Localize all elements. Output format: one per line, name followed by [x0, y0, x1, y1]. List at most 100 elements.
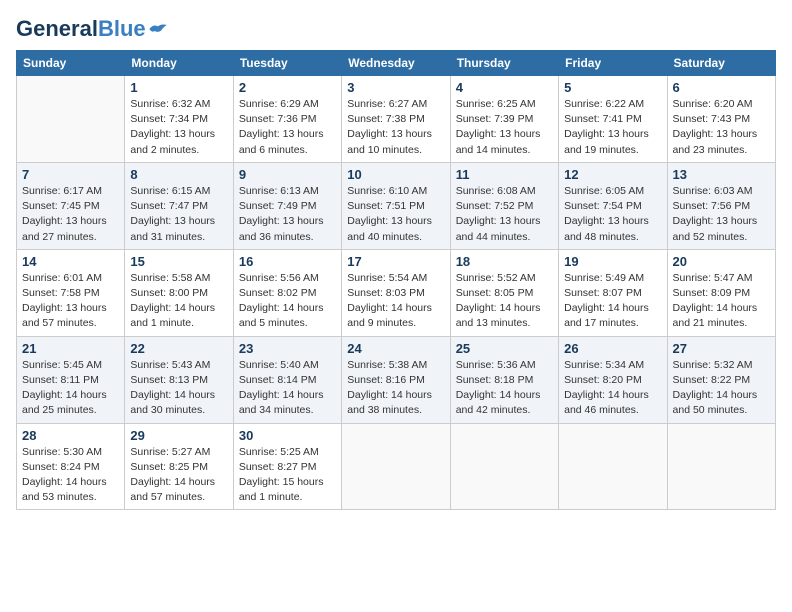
- day-info: Sunrise: 6:32 AMSunset: 7:34 PMDaylight:…: [130, 97, 227, 158]
- day-info: Sunrise: 6:15 AMSunset: 7:47 PMDaylight:…: [130, 184, 227, 245]
- calendar-cell: 21 Sunrise: 5:45 AMSunset: 8:11 PMDayligh…: [17, 336, 125, 423]
- logo: GeneralBlue: [16, 16, 168, 42]
- weekday-header: Wednesday: [342, 51, 450, 76]
- day-number: 3: [347, 80, 444, 95]
- day-info: Sunrise: 5:32 AMSunset: 8:22 PMDaylight:…: [673, 358, 770, 419]
- calendar-cell: [667, 423, 775, 510]
- day-number: 14: [22, 254, 119, 269]
- calendar-cell: 20 Sunrise: 5:47 AMSunset: 8:09 PMDayligh…: [667, 249, 775, 336]
- day-info: Sunrise: 5:54 AMSunset: 8:03 PMDaylight:…: [347, 271, 444, 332]
- calendar-cell: 24 Sunrise: 5:38 AMSunset: 8:16 PMDayligh…: [342, 336, 450, 423]
- calendar-cell: 18 Sunrise: 5:52 AMSunset: 8:05 PMDayligh…: [450, 249, 558, 336]
- day-number: 25: [456, 341, 553, 356]
- day-number: 13: [673, 167, 770, 182]
- day-number: 21: [22, 341, 119, 356]
- day-number: 23: [239, 341, 336, 356]
- day-info: Sunrise: 5:34 AMSunset: 8:20 PMDaylight:…: [564, 358, 661, 419]
- weekday-header: Monday: [125, 51, 233, 76]
- day-number: 26: [564, 341, 661, 356]
- day-info: Sunrise: 6:27 AMSunset: 7:38 PMDaylight:…: [347, 97, 444, 158]
- day-info: Sunrise: 6:10 AMSunset: 7:51 PMDaylight:…: [347, 184, 444, 245]
- calendar-cell: 7 Sunrise: 6:17 AMSunset: 7:45 PMDaylight…: [17, 162, 125, 249]
- calendar-cell: 27 Sunrise: 5:32 AMSunset: 8:22 PMDayligh…: [667, 336, 775, 423]
- day-info: Sunrise: 5:27 AMSunset: 8:25 PMDaylight:…: [130, 445, 227, 506]
- calendar-cell: [17, 76, 125, 163]
- page-header: GeneralBlue: [16, 16, 776, 42]
- calendar-cell: 28 Sunrise: 5:30 AMSunset: 8:24 PMDayligh…: [17, 423, 125, 510]
- logo-blue: Blue: [98, 16, 146, 41]
- calendar-cell: 4 Sunrise: 6:25 AMSunset: 7:39 PMDaylight…: [450, 76, 558, 163]
- day-info: Sunrise: 5:45 AMSunset: 8:11 PMDaylight:…: [22, 358, 119, 419]
- calendar-cell: 19Sunrise: 5:49 AMSunset: 8:07 PMDayligh…: [559, 249, 667, 336]
- day-number: 28: [22, 428, 119, 443]
- calendar-cell: 29 Sunrise: 5:27 AMSunset: 8:25 PMDayligh…: [125, 423, 233, 510]
- calendar-cell: [559, 423, 667, 510]
- calendar-cell: 12 Sunrise: 6:05 AMSunset: 7:54 PMDayligh…: [559, 162, 667, 249]
- day-info: Sunrise: 6:25 AMSunset: 7:39 PMDaylight:…: [456, 97, 553, 158]
- calendar-table: SundayMondayTuesdayWednesdayThursdayFrid…: [16, 50, 776, 510]
- calendar-cell: 9 Sunrise: 6:13 AMSunset: 7:49 PMDaylight…: [233, 162, 341, 249]
- day-number: 29: [130, 428, 227, 443]
- calendar-cell: 25 Sunrise: 5:36 AMSunset: 8:18 PMDayligh…: [450, 336, 558, 423]
- day-number: 9: [239, 167, 336, 182]
- calendar-cell: 5 Sunrise: 6:22 AMSunset: 7:41 PMDaylight…: [559, 76, 667, 163]
- day-info: Sunrise: 6:20 AMSunset: 7:43 PMDaylight:…: [673, 97, 770, 158]
- calendar-cell: [450, 423, 558, 510]
- calendar-cell: 1 Sunrise: 6:32 AMSunset: 7:34 PMDaylight…: [125, 76, 233, 163]
- day-info: Sunrise: 5:38 AMSunset: 8:16 PMDaylight:…: [347, 358, 444, 419]
- day-info: Sunrise: 6:22 AMSunset: 7:41 PMDaylight:…: [564, 97, 661, 158]
- calendar-cell: 11 Sunrise: 6:08 AMSunset: 7:52 PMDayligh…: [450, 162, 558, 249]
- day-number: 10: [347, 167, 444, 182]
- day-number: 24: [347, 341, 444, 356]
- day-info: Sunrise: 6:03 AMSunset: 7:56 PMDaylight:…: [673, 184, 770, 245]
- calendar-cell: 30 Sunrise: 5:25 AMSunset: 8:27 PMDayligh…: [233, 423, 341, 510]
- day-number: 5: [564, 80, 661, 95]
- day-number: 4: [456, 80, 553, 95]
- day-info: Sunrise: 5:58 AMSunset: 8:00 PMDaylight:…: [130, 271, 227, 332]
- day-number: 30: [239, 428, 336, 443]
- day-number: 6: [673, 80, 770, 95]
- calendar-cell: 13 Sunrise: 6:03 AMSunset: 7:56 PMDayligh…: [667, 162, 775, 249]
- weekday-header: Tuesday: [233, 51, 341, 76]
- day-number: 18: [456, 254, 553, 269]
- calendar-cell: 22 Sunrise: 5:43 AMSunset: 8:13 PMDayligh…: [125, 336, 233, 423]
- calendar-cell: 14 Sunrise: 6:01 AMSunset: 7:58 PMDayligh…: [17, 249, 125, 336]
- day-info: Sunrise: 5:47 AMSunset: 8:09 PMDaylight:…: [673, 271, 770, 332]
- day-number: 15: [130, 254, 227, 269]
- day-info: Sunrise: 5:36 AMSunset: 8:18 PMDaylight:…: [456, 358, 553, 419]
- day-number: 17: [347, 254, 444, 269]
- day-info: Sunrise: 5:30 AMSunset: 8:24 PMDaylight:…: [22, 445, 119, 506]
- weekday-header: Sunday: [17, 51, 125, 76]
- day-info: Sunrise: 5:40 AMSunset: 8:14 PMDaylight:…: [239, 358, 336, 419]
- calendar-cell: 23 Sunrise: 5:40 AMSunset: 8:14 PMDayligh…: [233, 336, 341, 423]
- day-info: Sunrise: 6:01 AMSunset: 7:58 PMDaylight:…: [22, 271, 119, 332]
- day-info: Sunrise: 5:56 AMSunset: 8:02 PMDaylight:…: [239, 271, 336, 332]
- day-info: Sunrise: 5:43 AMSunset: 8:13 PMDaylight:…: [130, 358, 227, 419]
- day-number: 11: [456, 167, 553, 182]
- day-number: 12: [564, 167, 661, 182]
- calendar-cell: 16Sunrise: 5:56 AMSunset: 8:02 PMDayligh…: [233, 249, 341, 336]
- day-number: 7: [22, 167, 119, 182]
- day-info: Sunrise: 6:29 AMSunset: 7:36 PMDaylight:…: [239, 97, 336, 158]
- logo-bird-icon: [148, 22, 168, 36]
- day-number: 22: [130, 341, 227, 356]
- day-number: 20: [673, 254, 770, 269]
- logo-general: GeneralBlue: [16, 16, 146, 42]
- calendar-cell: 15 Sunrise: 5:58 AMSunset: 8:00 PMDayligh…: [125, 249, 233, 336]
- day-info: Sunrise: 6:17 AMSunset: 7:45 PMDaylight:…: [22, 184, 119, 245]
- calendar-cell: 6 Sunrise: 6:20 AMSunset: 7:43 PMDaylight…: [667, 76, 775, 163]
- day-number: 1: [130, 80, 227, 95]
- day-number: 2: [239, 80, 336, 95]
- calendar-cell: 3 Sunrise: 6:27 AMSunset: 7:38 PMDaylight…: [342, 76, 450, 163]
- day-info: Sunrise: 5:52 AMSunset: 8:05 PMDaylight:…: [456, 271, 553, 332]
- day-info: Sunrise: 5:49 AMSunset: 8:07 PMDaylight:…: [564, 271, 661, 332]
- calendar-cell: 8Sunrise: 6:15 AMSunset: 7:47 PMDaylight…: [125, 162, 233, 249]
- weekday-header: Friday: [559, 51, 667, 76]
- day-info: Sunrise: 6:05 AMSunset: 7:54 PMDaylight:…: [564, 184, 661, 245]
- day-info: Sunrise: 6:08 AMSunset: 7:52 PMDaylight:…: [456, 184, 553, 245]
- day-number: 27: [673, 341, 770, 356]
- calendar-cell: 2 Sunrise: 6:29 AMSunset: 7:36 PMDaylight…: [233, 76, 341, 163]
- weekday-header: Thursday: [450, 51, 558, 76]
- day-info: Sunrise: 6:13 AMSunset: 7:49 PMDaylight:…: [239, 184, 336, 245]
- day-info: Sunrise: 5:25 AMSunset: 8:27 PMDaylight:…: [239, 445, 336, 506]
